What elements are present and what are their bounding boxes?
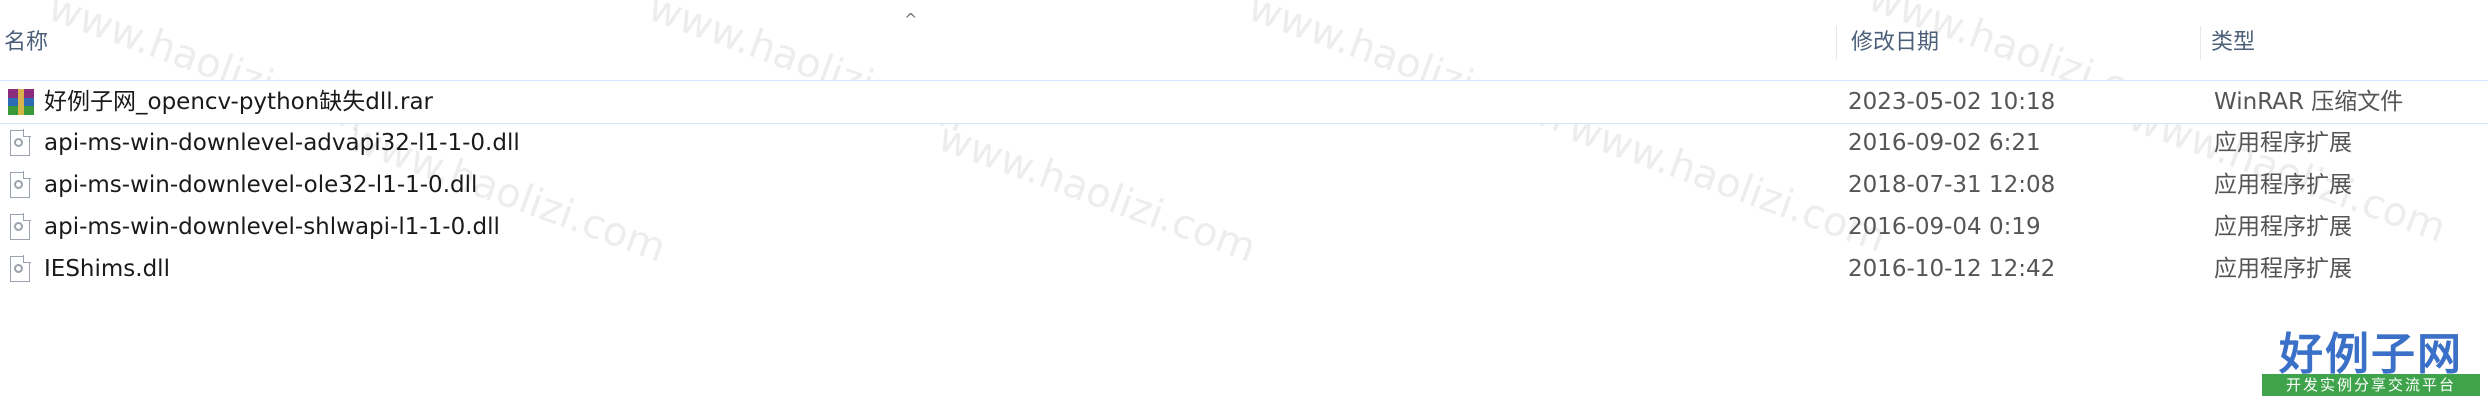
column-header-name[interactable]: 名称 — [0, 26, 1834, 60]
file-date: 2016-10-12 12:42 — [1848, 256, 2056, 282]
file-type: 应用程序扩展 — [2214, 130, 2352, 156]
column-header-type[interactable]: 类型 — [2200, 26, 2488, 60]
dll-file-icon — [6, 213, 34, 241]
logo-title: 好例子网 — [2279, 329, 2463, 380]
file-row[interactable]: api-ms-win-downlevel-ole32-l1-1-0.dll 20… — [0, 164, 2488, 206]
file-type: 应用程序扩展 — [2214, 256, 2352, 282]
column-header-date[interactable]: 修改日期 — [1836, 26, 2213, 60]
haolizi-logo: 好例子网 开发实例分享交流平台 — [2262, 318, 2480, 398]
file-name: api-ms-win-downlevel-shlwapi-l1-1-0.dll — [44, 214, 500, 240]
file-row[interactable]: IEShims.dll 2016-10-12 12:42 应用程序扩展 — [0, 248, 2488, 290]
column-header-row: ^ 名称 修改日期 类型 — [0, 0, 2488, 80]
file-explorer: www.haolizi.com www.haolizi.com www.haol… — [0, 0, 2488, 404]
file-type: 应用程序扩展 — [2214, 214, 2352, 240]
file-name: 好例子网_opencv-python缺失dll.rar — [44, 89, 433, 115]
file-name: api-ms-win-downlevel-advapi32-l1-1-0.dll — [44, 130, 520, 156]
file-date: 2016-09-04 0:19 — [1848, 214, 2041, 240]
file-date: 2018-07-31 12:08 — [1848, 172, 2056, 198]
file-name: api-ms-win-downlevel-ole32-l1-1-0.dll — [44, 172, 478, 198]
rar-archive-icon — [6, 88, 34, 116]
file-row[interactable]: 好例子网_opencv-python缺失dll.rar 2023-05-02 1… — [0, 80, 2488, 124]
dll-file-icon — [6, 171, 34, 199]
file-type: 应用程序扩展 — [2214, 172, 2352, 198]
file-name: IEShims.dll — [44, 256, 170, 282]
file-row[interactable]: api-ms-win-downlevel-shlwapi-l1-1-0.dll … — [0, 206, 2488, 248]
file-date: 2016-09-02 6:21 — [1848, 130, 2041, 156]
file-row[interactable]: api-ms-win-downlevel-advapi32-l1-1-0.dll… — [0, 122, 2488, 164]
dll-file-icon — [6, 255, 34, 283]
logo-subtitle: 开发实例分享交流平台 — [2262, 374, 2480, 396]
file-type: WinRAR 压缩文件 — [2214, 89, 2404, 115]
dll-file-icon — [6, 129, 34, 157]
file-date: 2023-05-02 10:18 — [1848, 89, 2056, 115]
